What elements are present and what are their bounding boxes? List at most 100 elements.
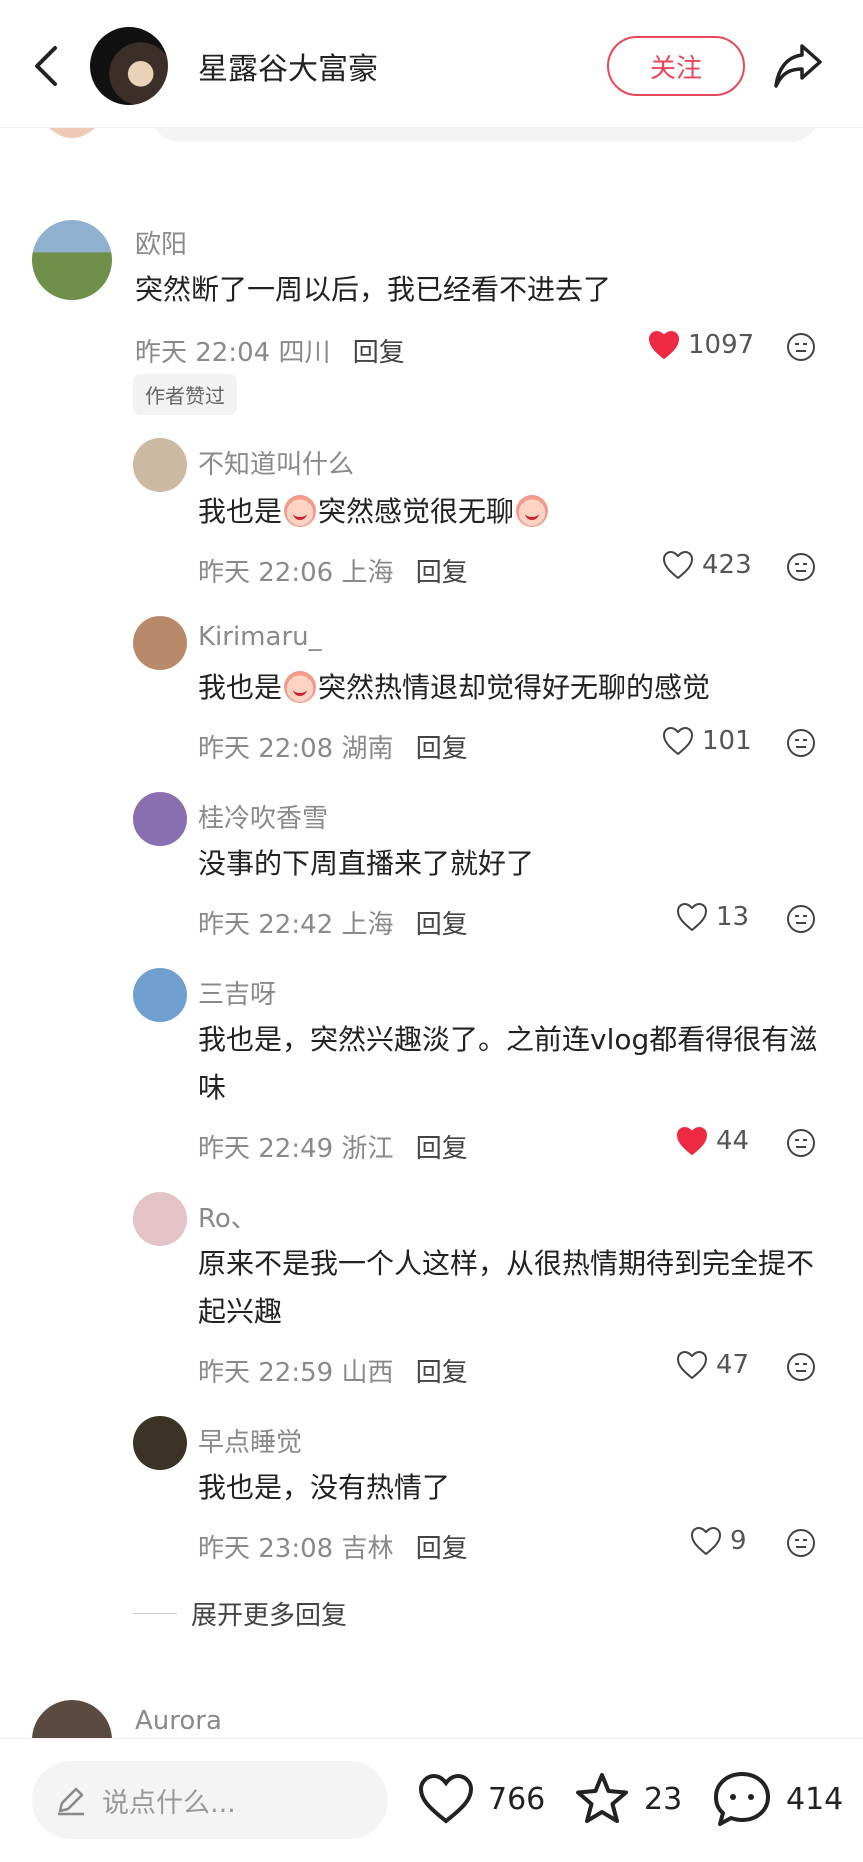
comment-like-count: 1097 (688, 330, 755, 360)
comment-bubble-icon (714, 1772, 770, 1826)
reply-button[interactable]: 回复 (416, 1134, 468, 1164)
post-star-count: 23 (644, 1781, 683, 1817)
reply-avatar[interactable] (133, 968, 187, 1022)
reply-button[interactable]: 回复 (416, 1358, 468, 1388)
post-like-button[interactable]: 766 (418, 1773, 545, 1825)
heart-icon (676, 1350, 708, 1380)
more-face-icon[interactable] (786, 1528, 816, 1558)
reply-name[interactable]: Kirimaru_ (198, 622, 322, 652)
more-face-icon[interactable] (786, 1128, 816, 1158)
reply-like-button[interactable]: 47 (676, 1350, 749, 1380)
reply-avatar[interactable] (133, 1416, 187, 1470)
author-liked-tag: 作者赞过 (133, 374, 237, 415)
reply-button[interactable]: 回复 (416, 910, 468, 940)
reply-text: 原来不是我一个人这样，从很热情期待到完全提不起兴趣 (198, 1247, 815, 1328)
pencil-icon (58, 1787, 84, 1816)
more-face-icon[interactable] (786, 1352, 816, 1382)
commenter-name[interactable]: Aurora (135, 1706, 222, 1736)
more-face-icon[interactable] (786, 904, 816, 934)
reply-avatar[interactable] (133, 792, 187, 846)
reply-like-count: 423 (702, 550, 752, 580)
reply-text-part: 突然感觉很无聊 (318, 495, 515, 528)
reply-text: 我也是，突然兴趣淡了。之前连vlog都看得很有滋味 (198, 1023, 818, 1104)
comment-input[interactable]: 说点什么... (32, 1761, 388, 1839)
reply-avatar[interactable] (133, 438, 187, 492)
reply-meta: 昨天 22:08 湖南 回复 (198, 728, 468, 765)
reply-name[interactable]: 三吉呀 (198, 974, 276, 1011)
post-like-count: 766 (488, 1781, 546, 1817)
post-star-button[interactable]: 23 (574, 1771, 682, 1827)
reply-like-count: 13 (716, 902, 750, 932)
back-arrow-icon (35, 46, 57, 86)
author-avatar[interactable] (90, 27, 168, 105)
reply-avatar[interactable] (133, 1192, 187, 1246)
post-comment-count: 414 (786, 1781, 844, 1817)
reply-text: 我也是，没有热情了 (198, 1471, 451, 1504)
reply-like-count: 9 (730, 1526, 747, 1556)
reply-like-count: 101 (702, 726, 752, 756)
input-placeholder: 说点什么... (102, 1787, 236, 1819)
bottom-bar: 说点什么... 766 23 414 (0, 1738, 863, 1862)
reply-location: 浙江 (341, 1134, 394, 1164)
comment-meta: 昨天 22:04 四川 回复 (135, 332, 405, 369)
reply-like-button[interactable]: 423 (662, 550, 752, 580)
expand-more-replies[interactable]: 展开更多回复 (133, 1595, 347, 1632)
comment-like-button[interactable]: 1097 (648, 330, 754, 360)
reply-like-count: 47 (716, 1350, 750, 1380)
reply-like-button[interactable]: 13 (676, 902, 749, 932)
reply-time: 昨天 22:06 (198, 558, 334, 588)
more-face-icon[interactable] (786, 728, 816, 758)
reply-text: 我也是 突然热情退却觉得好无聊的感觉 (198, 664, 710, 712)
reply-button[interactable]: 回复 (416, 558, 468, 588)
reply-button[interactable]: 回复 (416, 1534, 468, 1564)
reply-like-count: 44 (716, 1126, 750, 1156)
reply-meta: 昨天 22:59 山西 回复 (198, 1352, 468, 1389)
follow-button[interactable]: 关注 (607, 36, 745, 96)
reply-like-button[interactable]: 101 (662, 726, 752, 756)
crying-emoji-icon (516, 495, 549, 527)
heart-icon (690, 1526, 722, 1556)
reply-name[interactable]: 早点睡觉 (198, 1422, 302, 1459)
commenter-avatar[interactable] (32, 220, 112, 300)
crying-emoji-icon (284, 495, 317, 527)
heart-icon (662, 726, 694, 756)
reply-location: 上海 (341, 558, 394, 588)
reply-meta: 昨天 22:49 浙江 回复 (198, 1128, 468, 1165)
reply-text-part: 我也是 (198, 671, 283, 704)
reply-time: 昨天 22:59 (198, 1358, 334, 1388)
reply-name[interactable]: Ro、 (198, 1198, 257, 1235)
reply-location: 吉林 (341, 1534, 394, 1564)
star-icon (576, 1773, 628, 1823)
reply-avatar[interactable] (133, 616, 187, 670)
reply-button[interactable]: 回复 (353, 338, 405, 368)
reply-time: 昨天 22:49 (198, 1134, 334, 1164)
crying-emoji-icon (284, 671, 317, 703)
reply-name[interactable]: 不知道叫什么 (198, 444, 354, 481)
more-face-icon[interactable] (786, 332, 816, 362)
more-face-icon[interactable] (786, 552, 816, 582)
reply-meta: 昨天 22:06 上海 回复 (198, 552, 468, 589)
expand-label: 展开更多回复 (191, 1601, 348, 1631)
post-comment-button[interactable]: 414 (712, 1769, 843, 1829)
author-name[interactable]: 星露谷大富豪 (198, 44, 378, 88)
reply-meta: 昨天 22:42 上海 回复 (198, 904, 468, 941)
top-bar: 星露谷大富豪 关注 (0, 0, 863, 128)
reply-name[interactable]: 桂冷吹香雪 (198, 798, 328, 835)
heart-icon (676, 1126, 708, 1156)
comment-text: 突然断了一周以后，我已经看不进去了 (135, 273, 612, 306)
reply-button[interactable]: 回复 (416, 734, 468, 764)
reply-time: 昨天 22:08 (198, 734, 334, 764)
reply-text-part: 突然热情退却觉得好无聊的感觉 (318, 671, 711, 704)
reply-text-part: 我也是 (198, 495, 283, 528)
comment-time: 昨天 22:04 (135, 338, 271, 368)
share-icon[interactable] (770, 40, 826, 92)
reply-like-button[interactable]: 9 (690, 1526, 747, 1556)
commenter-name[interactable]: 欧阳 (135, 224, 187, 261)
reply-text: 没事的下周直播来了就好了 (198, 847, 535, 880)
heart-icon (676, 902, 708, 932)
reply-like-button[interactable]: 44 (676, 1126, 749, 1156)
reply-location: 山西 (341, 1358, 394, 1388)
divider (133, 1613, 177, 1614)
back-button[interactable] (22, 36, 70, 96)
reply-text: 我也是 突然感觉很无聊 (198, 488, 550, 536)
